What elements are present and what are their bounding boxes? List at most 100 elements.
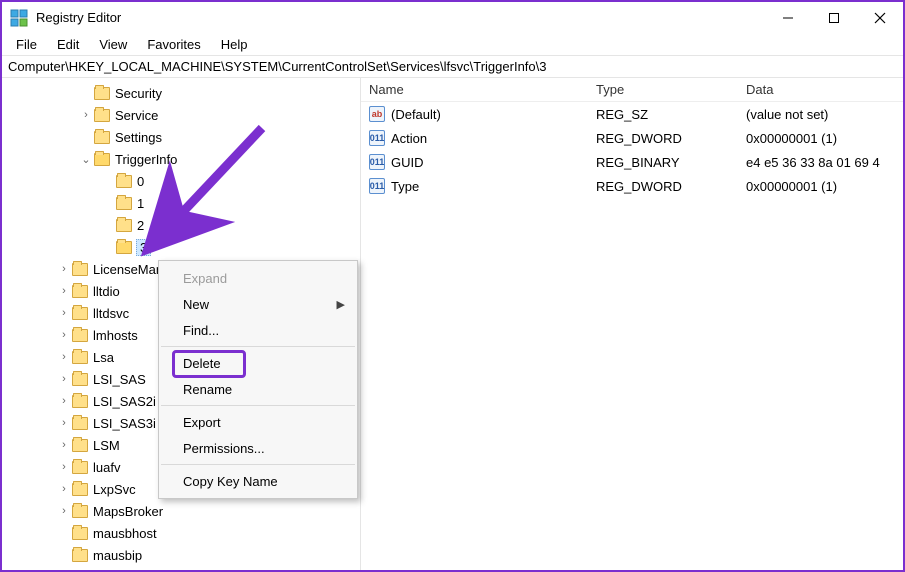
tree-item-label: mausbip: [93, 548, 142, 563]
menu-edit[interactable]: Edit: [47, 35, 89, 54]
menu-file[interactable]: File: [6, 35, 47, 54]
expand-icon[interactable]: ›: [58, 329, 70, 341]
menu-view[interactable]: View: [89, 35, 137, 54]
close-button[interactable]: [857, 2, 903, 33]
value-row[interactable]: 011 TypeREG_DWORD0x00000001 (1): [361, 174, 903, 198]
value-type: REG_DWORD: [596, 131, 746, 146]
tree-item-label: 1: [137, 196, 144, 211]
collapse-icon[interactable]: ⌄: [80, 153, 92, 166]
tree-item[interactable]: 2: [2, 214, 360, 236]
tree-item[interactable]: mausbhost: [2, 522, 360, 544]
expand-icon[interactable]: ›: [58, 395, 70, 407]
menu-favorites[interactable]: Favorites: [137, 35, 210, 54]
tree-item[interactable]: ›MapsBroker: [2, 500, 360, 522]
chevron-right-icon: ▶: [337, 298, 345, 311]
value-type: REG_SZ: [596, 107, 746, 122]
folder-icon: [94, 87, 110, 100]
tree-item[interactable]: Settings: [2, 126, 360, 148]
folder-icon: [72, 307, 88, 320]
expand-icon[interactable]: ›: [58, 351, 70, 363]
value-type: REG_BINARY: [596, 155, 746, 170]
column-data[interactable]: Data: [746, 82, 903, 97]
tree-item-label: LSI_SAS2i: [93, 394, 156, 409]
folder-icon: [72, 417, 88, 430]
value-data: 0x00000001 (1): [746, 179, 903, 194]
menu-bar: File Edit View Favorites Help: [2, 34, 903, 56]
ctx-copy-key-name[interactable]: Copy Key Name: [159, 468, 357, 494]
folder-icon: [72, 329, 88, 342]
tree-item[interactable]: 0: [2, 170, 360, 192]
value-row[interactable]: 011GUIDREG_BINARYe4 e5 36 33 8a 01 69 4: [361, 150, 903, 174]
ctx-new[interactable]: New▶: [159, 291, 357, 317]
value-type: REG_DWORD: [596, 179, 746, 194]
binary-value-icon: 011: [369, 178, 385, 194]
value-data: 0x00000001 (1): [746, 131, 903, 146]
folder-icon: [72, 549, 88, 562]
folder-icon: [72, 461, 88, 474]
tree-item[interactable]: 1: [2, 192, 360, 214]
folder-icon: [72, 351, 88, 364]
expand-icon[interactable]: ›: [58, 439, 70, 451]
expand-icon[interactable]: ›: [58, 483, 70, 495]
tree-item-label: lltdio: [93, 284, 120, 299]
value-data: (value not set): [746, 107, 903, 122]
folder-icon: [72, 505, 88, 518]
value-row[interactable]: ab (Default)REG_SZ(value not set): [361, 102, 903, 126]
tree-item-label: 3: [136, 239, 151, 256]
title-bar: Registry Editor: [2, 2, 903, 34]
address-text: Computer\HKEY_LOCAL_MACHINE\SYSTEM\Curre…: [8, 59, 546, 74]
folder-icon: [72, 263, 88, 276]
tree-item[interactable]: ⌄TriggerInfo: [2, 148, 360, 170]
expand-icon[interactable]: ›: [58, 373, 70, 385]
tree-item-label: 0: [137, 174, 144, 189]
folder-icon: [116, 241, 132, 254]
value-row[interactable]: 011ActionREG_DWORD0x00000001 (1): [361, 126, 903, 150]
column-name[interactable]: Name: [361, 82, 596, 97]
expand-icon[interactable]: ›: [58, 461, 70, 473]
ctx-delete[interactable]: Delete: [159, 350, 357, 376]
expand-icon[interactable]: ›: [58, 307, 70, 319]
folder-icon: [72, 285, 88, 298]
maximize-button[interactable]: [811, 2, 857, 33]
ctx-expand: Expand: [159, 265, 357, 291]
tree-item-label: Service: [115, 108, 158, 123]
folder-icon: [116, 175, 132, 188]
tree-item-label: mausbhost: [93, 526, 157, 541]
tree-item-label: lltdsvc: [93, 306, 129, 321]
values-pane[interactable]: Name Type Data ab (Default)REG_SZ(value n…: [361, 78, 903, 570]
folder-icon: [72, 527, 88, 540]
menu-help[interactable]: Help: [211, 35, 258, 54]
ctx-find[interactable]: Find...: [159, 317, 357, 343]
value-name: (Default): [391, 107, 596, 122]
context-menu: Expand New▶ Find... Delete Rename Export…: [158, 260, 358, 499]
tree-item[interactable]: › Service: [2, 104, 360, 126]
minimize-button[interactable]: [765, 2, 811, 33]
value-name: Type: [391, 179, 596, 194]
address-bar[interactable]: Computer\HKEY_LOCAL_MACHINE\SYSTEM\Curre…: [2, 56, 903, 78]
ctx-permissions[interactable]: Permissions...: [159, 435, 357, 461]
tree-item-label: Settings: [115, 130, 162, 145]
expand-icon[interactable]: ›: [58, 505, 70, 517]
folder-icon: [116, 219, 132, 232]
window-title: Registry Editor: [36, 10, 765, 25]
expand-icon[interactable]: ›: [58, 417, 70, 429]
folder-icon: [72, 395, 88, 408]
column-type[interactable]: Type: [596, 82, 746, 97]
tree-item-label: Lsa: [93, 350, 114, 365]
main-pane: Security › Service Settings ⌄TriggerInfo 0 1 2 3…: [2, 78, 903, 570]
string-value-icon: ab: [369, 106, 385, 122]
expand-icon[interactable]: ›: [58, 263, 70, 275]
tree-item[interactable]: 3: [2, 236, 360, 258]
tree-item[interactable]: mausbip: [2, 544, 360, 566]
ctx-export[interactable]: Export: [159, 409, 357, 435]
folder-icon: [94, 153, 110, 166]
tree-item[interactable]: Security: [2, 82, 360, 104]
expand-icon[interactable]: ›: [58, 285, 70, 297]
ctx-rename[interactable]: Rename: [159, 376, 357, 402]
value-name: Action: [391, 131, 596, 146]
folder-icon: [116, 197, 132, 210]
tree-item-label: LSI_SAS3i: [93, 416, 156, 431]
ctx-separator: [161, 405, 355, 406]
expand-icon[interactable]: ›: [80, 109, 92, 121]
column-headers[interactable]: Name Type Data: [361, 78, 903, 102]
